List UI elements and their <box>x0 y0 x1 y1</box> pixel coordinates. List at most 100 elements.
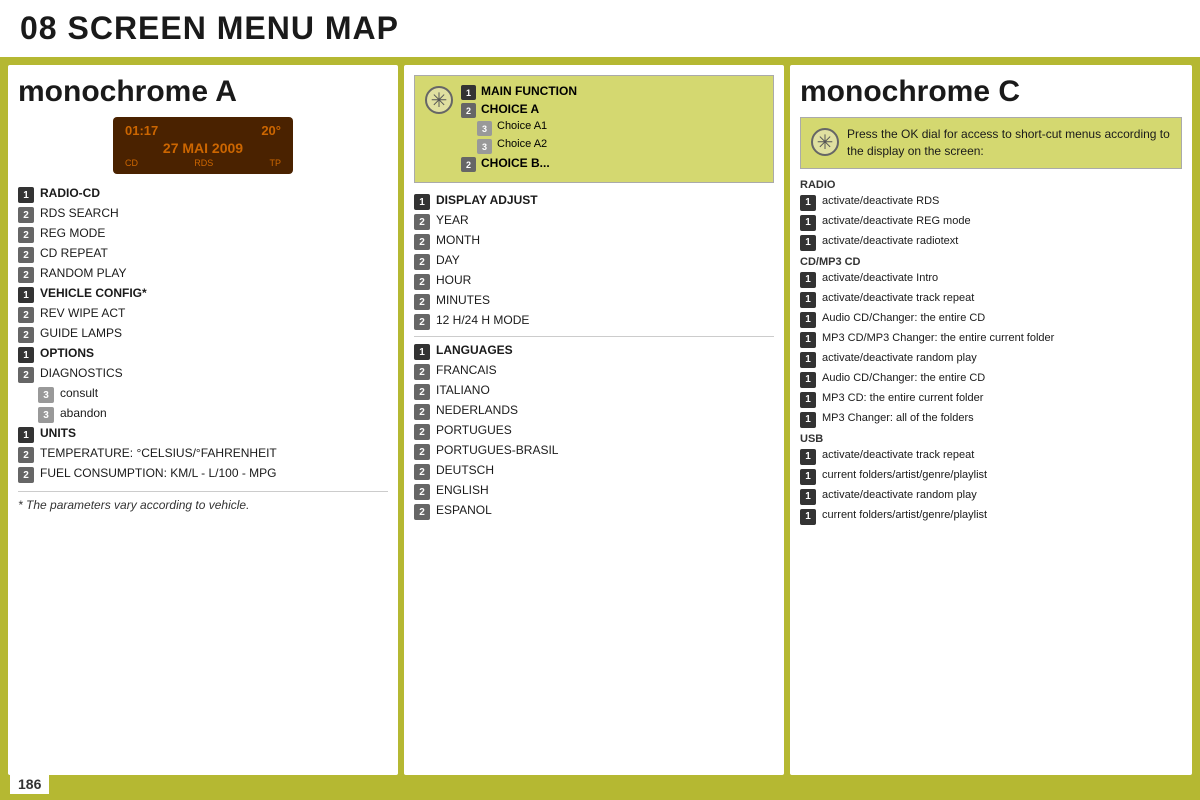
display-rds: RDS <box>194 158 213 168</box>
list-item: 2 REV WIPE ACT <box>18 306 388 323</box>
panel-center: 1 MAIN FUNCTION 2 CHOICE A 3 Choice A1 3… <box>404 65 784 775</box>
list-item: 1 activate/deactivate random play <box>800 351 1182 368</box>
badge-2: 2 <box>18 447 34 463</box>
menu-text: REV WIPE ACT <box>40 306 125 322</box>
list-item: 1 current folders/artist/genre/playlist <box>800 508 1182 525</box>
badge-2: 2 <box>414 504 430 520</box>
badge-2: 2 <box>414 294 430 310</box>
badge-1: 1 <box>461 85 476 100</box>
main-content: monochrome A 01:17 20° 27 MAI 2009 CD RD… <box>0 65 1200 775</box>
page-number: 186 <box>10 774 49 794</box>
right-top-box: Press the OK dial for access to short-cu… <box>800 117 1182 169</box>
badge-2: 2 <box>18 367 34 383</box>
display-time-left: 01:17 <box>125 123 158 138</box>
item-text: Audio CD/Changer: the entire CD <box>822 371 985 385</box>
list-item: 2 FRANCAIS <box>414 363 774 380</box>
menu-text: ESPANOL <box>436 503 492 519</box>
list-item: 1 activate/deactivate track repeat <box>800 291 1182 308</box>
list-item: 2 CHOICE B... <box>461 156 577 172</box>
menu-text: YEAR <box>436 213 469 229</box>
item-text: activate/deactivate REG mode <box>822 214 971 228</box>
list-item: 1 UNITS <box>18 426 388 443</box>
list-item: 1 MP3 CD/MP3 Changer: the entire current… <box>800 331 1182 348</box>
list-item: 2 CD REPEAT <box>18 246 388 263</box>
menu-text: FRANCAIS <box>436 363 497 379</box>
menu-text: ENGLISH <box>436 483 489 499</box>
badge-2: 2 <box>18 227 34 243</box>
list-item: 1 activate/deactivate track repeat <box>800 448 1182 465</box>
badge-3: 3 <box>477 139 492 154</box>
display-tp: TP <box>269 158 281 168</box>
menu-text: FUEL CONSUMPTION: KM/L - L/100 - MPG <box>40 466 276 482</box>
badge-2: 2 <box>414 364 430 380</box>
list-item: 1 OPTIONS <box>18 346 388 363</box>
menu-text: DISPLAY ADJUST <box>436 193 538 209</box>
menu-text: RDS SEARCH <box>40 206 119 222</box>
list-item: 2 TEMPERATURE: °CELSIUS/°FAHRENHEIT <box>18 446 388 463</box>
menu-text: abandon <box>60 406 107 422</box>
badge-3: 3 <box>38 407 54 423</box>
item-text: current folders/artist/genre/playlist <box>822 468 987 482</box>
item-text: activate/deactivate random play <box>822 351 977 365</box>
panel-monochrome-a: monochrome A 01:17 20° 27 MAI 2009 CD RD… <box>8 65 398 775</box>
badge-1: 1 <box>800 352 816 368</box>
sun-icon <box>425 86 453 114</box>
list-item: 2 ENGLISH <box>414 483 774 500</box>
badge-2: 2 <box>18 327 34 343</box>
list-item: 2 PORTUGUES-BRASIL <box>414 443 774 460</box>
center-menu-list: 1 DISPLAY ADJUST 2 YEAR 2 MONTH 2 DAY 2 … <box>414 193 774 330</box>
menu-text: HOUR <box>436 273 471 289</box>
display-date: 27 MAI 2009 <box>125 140 281 156</box>
menu-text: CD REPEAT <box>40 246 108 262</box>
menu-text: UNITS <box>40 426 76 442</box>
list-item: 1 activate/deactivate radiotext <box>800 234 1182 251</box>
badge-1: 1 <box>800 312 816 328</box>
menu-text: consult <box>60 386 98 402</box>
list-item: 2 PORTUGUES <box>414 423 774 440</box>
list-item: 1 activate/deactivate REG mode <box>800 214 1182 231</box>
badge-2: 2 <box>461 157 476 172</box>
menu-text: Choice A2 <box>497 138 547 150</box>
badge-1: 1 <box>800 469 816 485</box>
list-item: 2 MONTH <box>414 233 774 250</box>
item-text: activate/deactivate random play <box>822 488 977 502</box>
list-item: 1 RADIO-CD <box>18 186 388 203</box>
menu-text: ITALIANO <box>436 383 490 399</box>
center-top-box: 1 MAIN FUNCTION 2 CHOICE A 3 Choice A1 3… <box>414 75 774 183</box>
menu-text: RANDOM PLAY <box>40 266 126 282</box>
list-item: 1 activate/deactivate random play <box>800 488 1182 505</box>
badge-2: 2 <box>18 307 34 323</box>
item-text: activate/deactivate RDS <box>822 194 939 208</box>
badge-2: 2 <box>414 404 430 420</box>
menu-text: CHOICE A <box>481 102 539 116</box>
badge-1: 1 <box>18 287 34 303</box>
list-item: 2 FUEL CONSUMPTION: KM/L - L/100 - MPG <box>18 466 388 483</box>
section-label-usb: USB <box>800 433 1182 445</box>
list-item: 2 NEDERLANDS <box>414 403 774 420</box>
menu-text: GUIDE LAMPS <box>40 326 122 342</box>
badge-2: 2 <box>461 103 476 118</box>
badge-1: 1 <box>18 347 34 363</box>
list-item: 2 ITALIANO <box>414 383 774 400</box>
footnote: * The parameters vary according to vehic… <box>18 491 388 512</box>
badge-1: 1 <box>800 449 816 465</box>
page-header: 08 SCREEN MENU MAP <box>0 0 1200 57</box>
sun-icon-right <box>811 128 839 156</box>
list-item: 2 RANDOM PLAY <box>18 266 388 283</box>
menu-text: DEUTSCH <box>436 463 494 479</box>
badge-2: 2 <box>18 467 34 483</box>
menu-text: OPTIONS <box>40 346 94 362</box>
menu-text: REG MODE <box>40 226 105 242</box>
menu-text: PORTUGUES-BRASIL <box>436 443 558 459</box>
item-text: activate/deactivate Intro <box>822 271 938 285</box>
menu-text: MINUTES <box>436 293 490 309</box>
menu-text: PORTUGUES <box>436 423 512 439</box>
menu-text: NEDERLANDS <box>436 403 518 419</box>
section-label-radio: RADIO <box>800 179 1182 191</box>
display-cd: CD <box>125 158 138 168</box>
list-item: 1 current folders/artist/genre/playlist <box>800 468 1182 485</box>
list-item: 2 GUIDE LAMPS <box>18 326 388 343</box>
badge-2: 2 <box>414 254 430 270</box>
badge-1: 1 <box>800 235 816 251</box>
panel-c-title: monochrome C <box>800 75 1182 109</box>
